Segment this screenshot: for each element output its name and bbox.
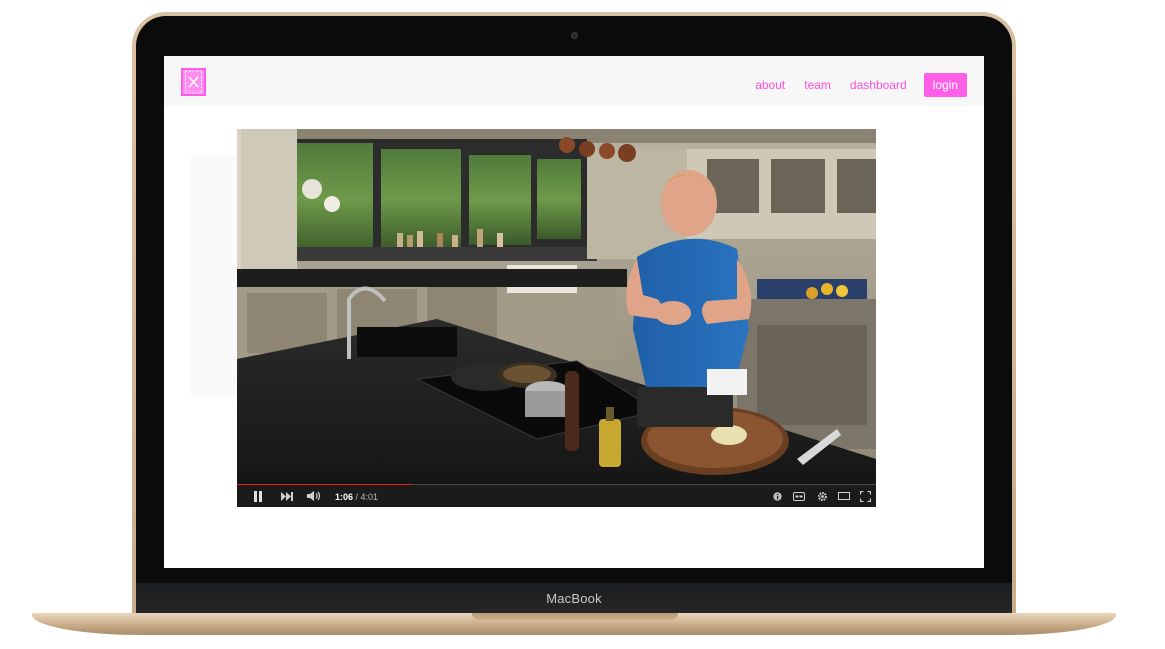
laptop-notch	[472, 613, 678, 620]
video-player[interactable]: 1:06 / 4:01	[237, 129, 876, 507]
current-time: 1:06	[335, 492, 354, 502]
nav-link-team[interactable]: team	[804, 78, 831, 92]
video-frame[interactable]	[237, 129, 876, 485]
next-icon[interactable]	[279, 489, 295, 503]
info-icon[interactable]	[770, 489, 784, 503]
side-panel	[191, 156, 237, 396]
screen: about team dashboard login 1:06 / 4:01	[164, 56, 984, 568]
time-separator: /	[353, 492, 361, 502]
nav-link-about[interactable]: about	[755, 78, 785, 92]
navbar: about team dashboard login	[164, 56, 984, 106]
nav-links: about team dashboard login	[736, 73, 967, 97]
duration: 4:01	[360, 492, 379, 502]
device-label: MacBook	[546, 591, 602, 606]
login-button[interactable]: login	[923, 73, 967, 97]
gear-icon[interactable]	[814, 489, 830, 503]
camera-icon	[571, 32, 578, 39]
logo-icon[interactable]	[181, 68, 206, 96]
time-display: 1:06 / 4:01	[335, 492, 378, 502]
theater-mode-icon[interactable]	[836, 489, 852, 503]
nav-link-dashboard[interactable]: dashboard	[850, 78, 907, 92]
pause-icon[interactable]	[251, 489, 265, 503]
fullscreen-icon[interactable]	[858, 489, 872, 503]
captions-icon[interactable]	[791, 489, 807, 503]
volume-icon[interactable]	[306, 489, 322, 503]
